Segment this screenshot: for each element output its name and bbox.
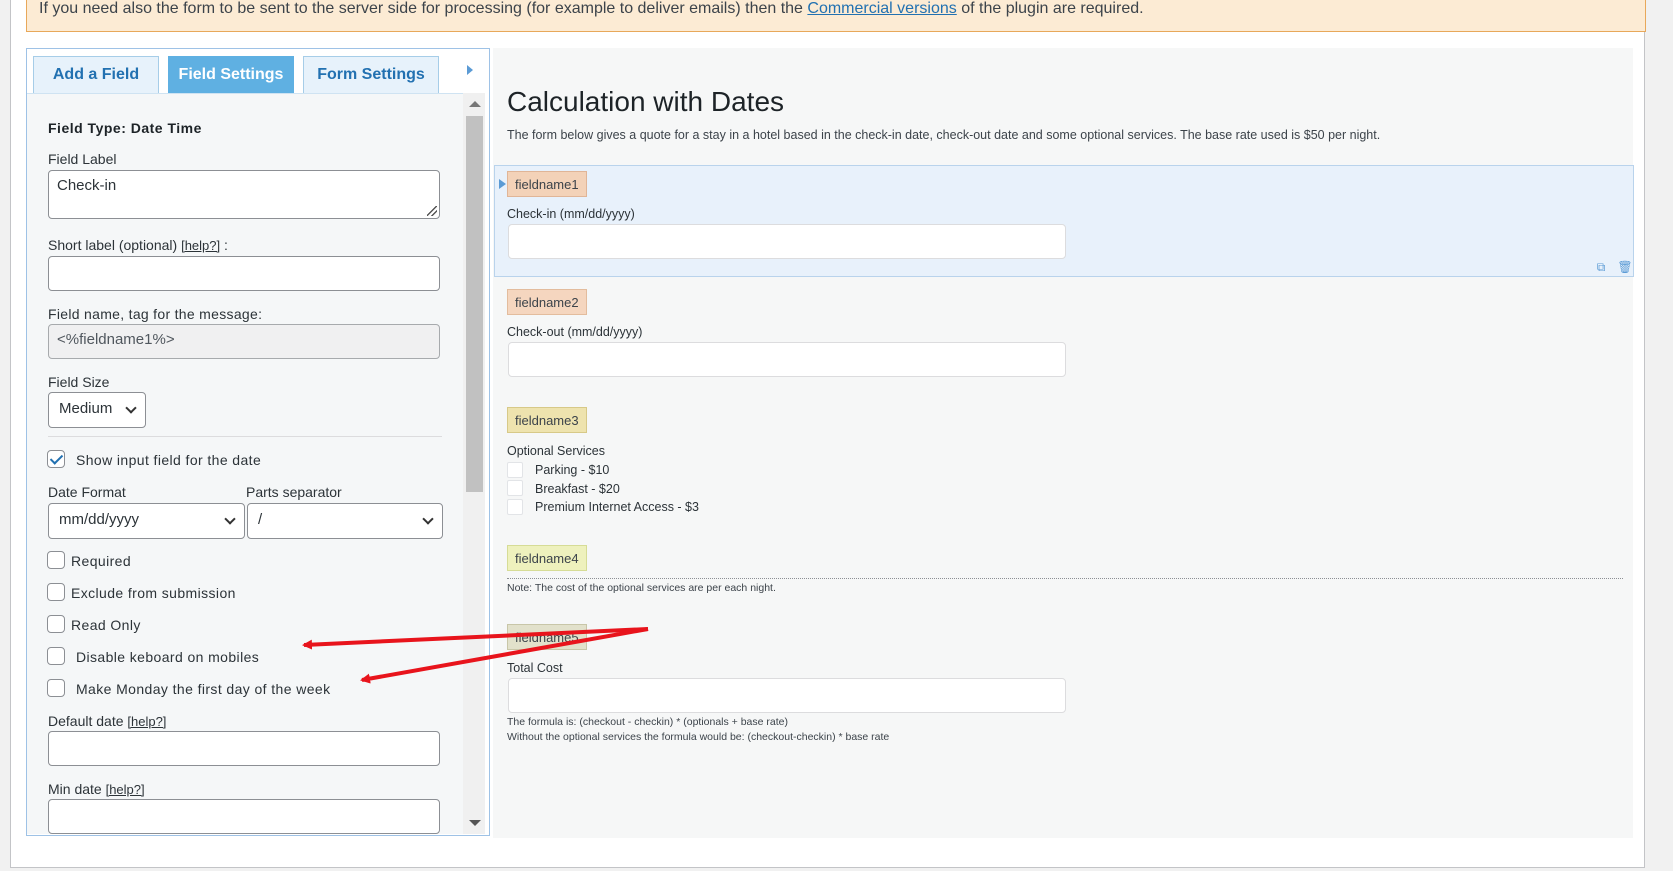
date-format-select[interactable]: mm/dd/yyyy: [48, 503, 245, 539]
short-label-suffix: :: [220, 237, 228, 253]
required-label: Required: [71, 553, 132, 569]
min-date-help-link[interactable]: [help?]: [106, 782, 145, 797]
service-label: Parking - $10: [535, 463, 610, 477]
field-name-value: <%fieldname1%>: [57, 331, 175, 348]
commercial-notice: If you need also the form to be sent to …: [26, 0, 1646, 32]
monday-first-label: Make Monday the first day of the week: [76, 681, 331, 697]
min-date-caption: Min date [help?]: [48, 781, 145, 797]
field-label: Optional Services: [507, 444, 605, 458]
field-size-caption: Field Size: [48, 374, 110, 390]
notice-text-before: If you need also the form to be sent to …: [39, 0, 808, 17]
field-size-value: Medium: [59, 400, 113, 417]
field-label: Total Cost: [507, 661, 563, 675]
formula-note-alt: Without the optional services the formul…: [507, 731, 890, 743]
duplicate-icon[interactable]: ⧉: [1594, 260, 1608, 274]
checkout-input[interactable]: [508, 342, 1066, 377]
chevron-down-icon: [422, 513, 434, 525]
field-label: Note: The cost of the optional services …: [507, 582, 776, 594]
tab-form-settings[interactable]: Form Settings: [303, 56, 439, 93]
min-date-text: Min date: [48, 781, 106, 797]
short-label-text: Short label (optional): [48, 237, 182, 253]
short-label-caption: Short label (optional) [help?] :: [48, 237, 228, 253]
chevron-down-icon: [125, 402, 137, 414]
selected-field-container[interactable]: [494, 165, 1634, 277]
show-input-checkbox[interactable]: [47, 450, 65, 468]
field-label: Check-out (mm/dd/yyyy): [507, 325, 643, 339]
form-description: The form below gives a quote for a stay …: [507, 128, 1381, 142]
monday-first-checkbox[interactable]: [47, 679, 65, 697]
checkin-input[interactable]: [508, 224, 1066, 259]
min-date-input[interactable]: [48, 799, 440, 834]
date-format-caption: Date Format: [48, 484, 126, 500]
disable-keyboard-label: Disable keboard on mobiles: [76, 649, 260, 665]
service-checkbox[interactable]: [507, 462, 523, 478]
note-separator: [507, 578, 1623, 579]
settings-divider: [48, 436, 442, 437]
field-label-textarea[interactable]: Check-in: [48, 170, 440, 219]
scroll-down-icon[interactable]: [469, 820, 481, 826]
exclude-checkbox[interactable]: [47, 583, 65, 601]
service-checkbox[interactable]: [507, 499, 523, 515]
read-only-label: Read Only: [71, 617, 141, 633]
field-label-caption: Field Label: [48, 151, 117, 167]
total-cost-input[interactable]: [508, 678, 1066, 713]
default-date-help-link[interactable]: [help?]: [127, 714, 166, 729]
service-checkbox[interactable]: [507, 480, 523, 496]
service-label: Breakfast - $20: [535, 482, 620, 496]
field-tag[interactable]: fieldname3: [507, 407, 587, 433]
field-type-heading: Field Type: Date Time: [48, 120, 202, 136]
field-label-value: Check-in: [57, 177, 117, 194]
read-only-checkbox[interactable]: [47, 615, 65, 633]
field-name-input: <%fieldname1%>: [48, 324, 440, 359]
date-format-value: mm/dd/yyyy: [59, 511, 140, 528]
parts-separator-select[interactable]: /: [247, 503, 443, 539]
delete-icon[interactable]: 🗑: [1617, 260, 1632, 274]
scrollbar-thumb[interactable]: [466, 116, 483, 492]
selected-field-marker-icon: [499, 179, 506, 189]
tab-scroll-right-icon[interactable]: [467, 65, 473, 75]
chevron-down-icon: [224, 513, 236, 525]
form-title: Calculation with Dates: [507, 86, 785, 117]
field-tag[interactable]: fieldname1: [507, 171, 587, 197]
formula-note: The formula is: (checkout - checkin) * (…: [507, 716, 788, 728]
scroll-up-icon[interactable]: [469, 101, 481, 107]
parts-separator-value: /: [258, 511, 263, 528]
default-date-text: Default date: [48, 713, 128, 729]
field-name-caption: Field name, tag for the message:: [48, 306, 263, 322]
commercial-versions-link[interactable]: Commercial versions: [807, 0, 956, 17]
parts-separator-caption: Parts separator: [246, 484, 342, 500]
short-label-input[interactable]: [48, 256, 440, 291]
short-label-help-link[interactable]: [help?]: [181, 238, 220, 253]
show-input-label: Show input field for the date: [76, 452, 262, 468]
field-tag[interactable]: fieldname4: [507, 545, 587, 571]
default-date-input[interactable]: [48, 731, 440, 766]
tab-add-a-field[interactable]: Add a Field: [33, 56, 159, 93]
field-tag[interactable]: fieldname2: [507, 289, 587, 315]
field-tag[interactable]: fieldname5: [507, 624, 587, 650]
notice-text-after: of the plugin are required.: [956, 0, 1144, 17]
required-checkbox[interactable]: [47, 551, 65, 569]
disable-keyboard-checkbox[interactable]: [47, 647, 65, 665]
exclude-label: Exclude from submission: [71, 585, 236, 601]
field-label: Check-in (mm/dd/yyyy): [507, 207, 635, 221]
tab-field-settings[interactable]: Field Settings: [168, 56, 294, 93]
default-date-caption: Default date [help?]: [48, 713, 166, 729]
service-label: Premium Internet Access - $3: [535, 500, 699, 514]
resize-grip-icon[interactable]: [427, 206, 437, 216]
field-size-select[interactable]: Medium: [48, 392, 146, 428]
